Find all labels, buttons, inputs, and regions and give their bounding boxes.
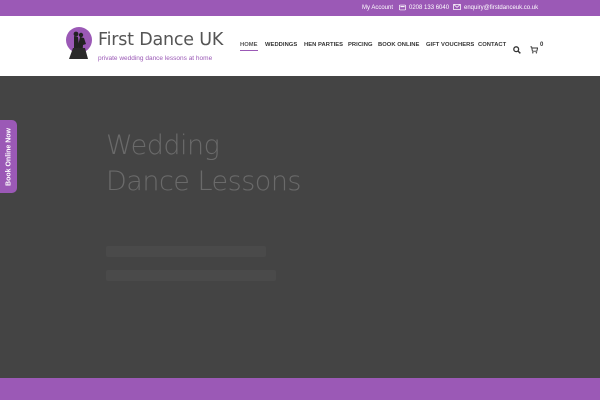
book-online-now-tab[interactable]: Book Online Now: [0, 120, 17, 193]
dancing-couple-logo-icon[interactable]: [61, 26, 97, 62]
nav-book-online[interactable]: BOOK ONLINE: [378, 42, 419, 48]
phone-icon: [399, 4, 406, 11]
site-tagline: private wedding dance lessons at home: [98, 55, 213, 62]
email-address: enquiry@firstdanceuk.co.uk: [464, 5, 539, 11]
my-account-link[interactable]: My Account: [362, 0, 393, 16]
hero-faded-text: [106, 246, 278, 294]
hero-title: Wedding Dance Lessons: [106, 128, 302, 200]
nav-pricing[interactable]: PRICING: [348, 42, 373, 48]
nav-weddings[interactable]: WEDDINGS: [265, 42, 297, 48]
phone-link[interactable]: 0208 133 6040: [399, 0, 449, 16]
top-utility-bar: My Account 0208 133 6040 enquiry@firstda…: [0, 0, 600, 16]
site-title[interactable]: First Dance UK: [98, 30, 223, 50]
nav-gift-vouchers[interactable]: GIFT VOUCHERS: [426, 42, 474, 48]
book-online-now-label: Book Online Now: [5, 127, 12, 186]
footer-band: [0, 378, 600, 400]
search-icon[interactable]: [513, 41, 521, 54]
envelope-icon: [453, 4, 461, 11]
nav-contact[interactable]: CONTACT: [478, 42, 506, 48]
hero-title-line-2: Dance Lessons: [106, 166, 302, 197]
nav-home[interactable]: HOME: [240, 42, 258, 51]
hero-title-line-1: Wedding: [106, 130, 220, 161]
nav-hen-parties[interactable]: HEN PARTIES: [304, 42, 343, 48]
cart-icon[interactable]: [530, 41, 539, 54]
phone-number: 0208 133 6040: [409, 5, 450, 11]
email-link[interactable]: enquiry@firstdanceuk.co.uk: [453, 0, 538, 16]
cart-count: 0: [540, 42, 544, 48]
hero-section: Wedding Dance Lessons: [0, 76, 600, 378]
